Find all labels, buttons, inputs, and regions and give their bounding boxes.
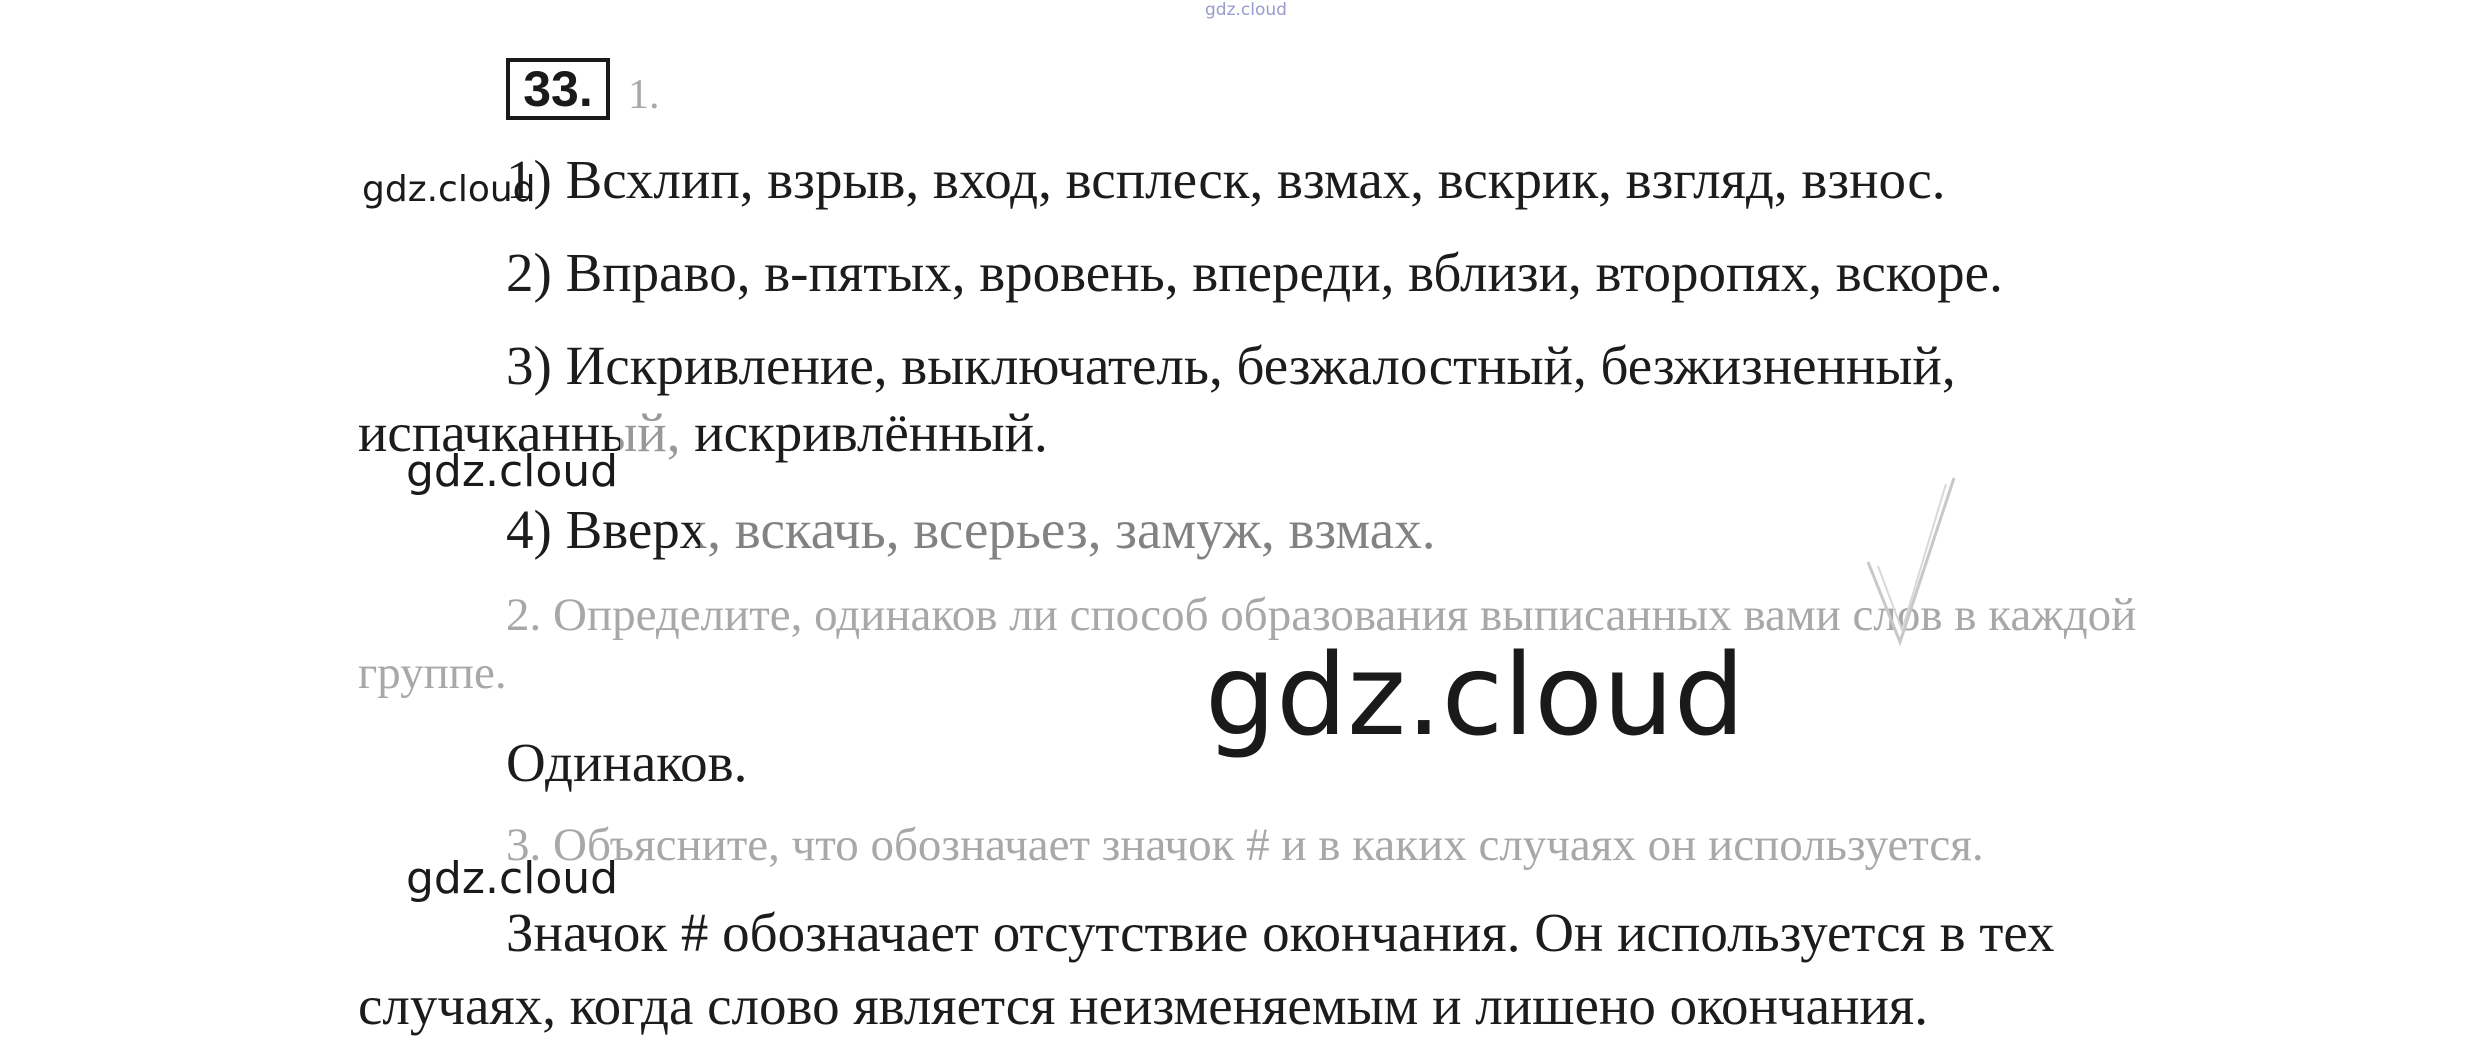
watermark-center: gdz.cloud bbox=[1205, 631, 1745, 761]
answer-line-2: 2) Вправо, в-пятых, вровень, впереди, вб… bbox=[506, 242, 2003, 303]
watermark-fade bbox=[620, 405, 690, 463]
answer-line-1: 1) Всхлип, взрыв, вход, всплеск, взмах, … bbox=[506, 149, 1946, 210]
watermark-2: gdz.cloud bbox=[406, 446, 619, 497]
task2-text-cont: группе. bbox=[358, 647, 507, 699]
watermark-1: gdz.cloud bbox=[362, 169, 536, 210]
document-page: gdz.cloud 33. 1. 1) Всхлип, взрыв, вход,… bbox=[0, 0, 2481, 1041]
watermark-top: gdz.cloud bbox=[1205, 0, 1287, 20]
watermark-3: gdz.cloud bbox=[406, 853, 619, 904]
task1-number: 1. bbox=[628, 72, 660, 118]
watermark-fade bbox=[700, 500, 1490, 560]
answer-task3-line-1: Значок # обозначает отсутствие окончания… bbox=[506, 902, 2055, 963]
checkmark-icon bbox=[1866, 477, 1956, 647]
answer-line-3: 3) Искривление, выключатель, безжалостны… bbox=[506, 335, 1956, 396]
exercise-number: 33. bbox=[506, 58, 610, 120]
answer-task2: Одинаков. bbox=[506, 732, 748, 793]
answer-task3-line-2: случаях, когда слово является неизменяем… bbox=[358, 975, 1928, 1036]
task3-text: 3. Объясните, что обозначает значок # и … bbox=[506, 819, 1984, 871]
